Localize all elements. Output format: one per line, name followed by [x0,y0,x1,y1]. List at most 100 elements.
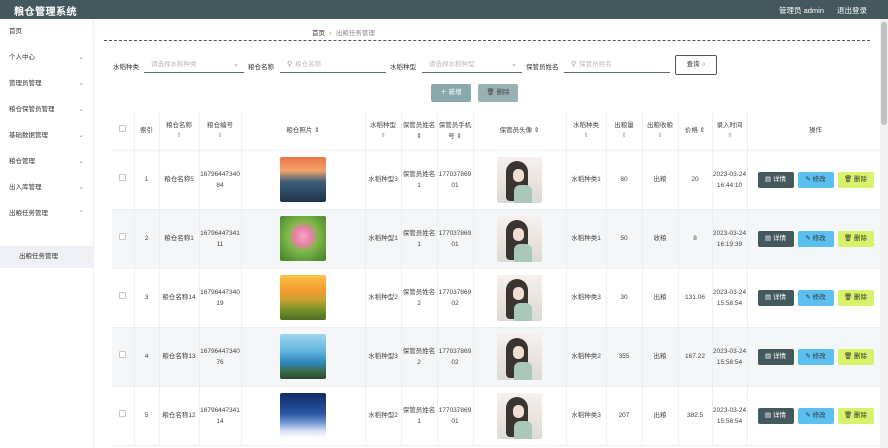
delete-button[interactable]: 🗑 删除 [837,289,874,306]
col-photo[interactable]: 粮仓照片 ⇕ [241,112,366,151]
sidebar-item-granary[interactable]: 粮仓管理 ⌄ [0,149,93,175]
query-button[interactable]: 查询 ○ [675,55,717,75]
col-keeper-label: 保管员姓名 [402,121,436,129]
col-amount[interactable]: 出粮量 ⇕ [606,112,643,151]
chevron-down-icon: ⌄ [511,61,517,68]
cell-price: 382.5 [678,386,713,446]
sidebar-item-label: 个人中心 [9,54,35,61]
cell-phone: 17703786902 [437,268,474,328]
keeper-avatar[interactable] [497,274,542,321]
cell-rice-type: 水稻种型1 [365,209,402,269]
granary-photo[interactable] [280,393,326,438]
page-scrollbar[interactable] [880,19,888,448]
cell-avatar [473,150,567,210]
cell-avatar [473,327,567,387]
sidebar-item-label: 出粮任务管理 [9,210,48,217]
row-checkbox[interactable] [119,410,127,417]
keeper-input[interactable]: ⚲ 保管员姓名 [564,56,670,73]
col-code[interactable]: 粮仓编号 ⇕ [199,112,242,151]
name-filter-label: 粮仓名称 [248,64,274,71]
edit-button[interactable]: ✎ 修改 [797,348,834,365]
keeper-avatar[interactable] [497,156,542,203]
cell-variety: 水稻种类1 [566,150,607,210]
col-ops-label: 操作 [809,127,822,135]
cell-time: 2023-03-24 16:44:10 [712,150,748,210]
type-filter-label: 水稻种类 [113,64,139,71]
cell-photo [241,327,366,387]
delete-button[interactable]: 🗑 删除 [837,171,874,188]
edit-button[interactable]: ✎ 修改 [797,407,834,424]
select-all-checkbox[interactable] [119,125,127,133]
col-phone[interactable]: 保管员手机号 ⇕ [437,112,474,151]
rice-select[interactable]: 请选择水稻种型 ⌄ [422,56,522,73]
trash-icon: 🗑 [843,293,853,301]
col-photo-label: 粮仓照片 [286,127,313,135]
detail-button[interactable]: ▤ 详情 [757,230,794,247]
cell-variety: 水稻种类2 [566,327,607,387]
col-op-type[interactable]: 出粮收粮 ⇕ [642,112,679,151]
delete-button-label: 删除 [496,89,510,96]
granary-photo[interactable] [280,157,326,202]
scrollbar-thumb[interactable] [881,22,887,125]
batch-delete-button[interactable]: 🗑 删除 [478,84,518,102]
sort-icon: ⇕ [726,132,733,139]
sidebar-item-inout[interactable]: 出入库管理 ⌄ [0,175,93,201]
col-avatar[interactable]: 保管员头像 ⇕ [473,112,567,151]
sidebar-item-home[interactable]: 首页 [0,19,93,45]
add-button[interactable]: ＋ 新增 [431,84,471,102]
cell-photo [241,386,366,446]
sidebar-item-basedata[interactable]: 基础数据管理 ⌄ [0,123,93,149]
detail-button[interactable]: ▤ 详情 [757,407,794,424]
keeper-avatar[interactable] [497,333,542,380]
edit-button[interactable]: ✎ 修改 [797,230,834,247]
sidebar-item-label: 出入库管理 [9,184,42,191]
table-row: 3 粮仓名称14 1679644734019 水稻种型2 保管员姓名2 1770… [112,268,885,328]
col-price[interactable]: 价格 ⇕ [678,112,713,151]
logout-link[interactable]: 退出登录 [837,5,867,16]
sidebar-subitem-tasks[interactable]: 出粮任务管理 [0,246,93,268]
detail-button[interactable]: ▤ 详情 [757,348,794,365]
delete-button[interactable]: 🗑 删除 [837,230,874,247]
name-input[interactable]: ⚲ 粮仓名称 [280,56,386,73]
cell-amount: 80 [606,150,643,210]
col-keeper[interactable]: 保管员姓名 ⇕ [401,112,438,151]
row-checkbox[interactable] [119,292,127,299]
delete-button[interactable]: 🗑 删除 [837,407,874,424]
keeper-input-placeholder: 保管员姓名 [579,61,612,68]
row-select-cell [112,327,135,387]
delete-button[interactable]: 🗑 删除 [837,348,874,365]
cell-keeper: 保管员姓名1 [401,150,438,210]
row-checkbox[interactable] [119,351,127,358]
col-rice-type[interactable]: 水稻种型 ⇕ [365,112,402,151]
granary-photo[interactable] [280,334,326,379]
keeper-avatar[interactable] [497,392,542,439]
keeper-avatar[interactable] [497,215,542,262]
breadcrumb: 首页 ♁ 出粮任务管理 [312,27,375,37]
detail-button[interactable]: ▤ 详情 [757,289,794,306]
row-select-cell [112,268,135,328]
edit-button[interactable]: ✎ 修改 [797,171,834,188]
app-title: 粮仓管理系统 [14,7,77,18]
col-name[interactable]: 粮仓名称 ⇕ [159,112,200,151]
cell-keeper: 保管员姓名2 [401,327,438,387]
col-variety[interactable]: 水稻种类 ⇕ [566,112,607,151]
type-select[interactable]: 请选择水稻种类 ⌄ [144,56,244,73]
edit-button[interactable]: ✎ 修改 [797,289,834,306]
rice-filter-label: 水稻种型 [390,64,416,71]
granary-photo[interactable] [280,216,326,261]
detail-button[interactable]: ▤ 详情 [757,171,794,188]
sidebar-item-tasks[interactable]: 出粮任务管理 ⌃ [0,201,93,227]
cell-phone: 17703786901 [437,150,474,210]
sidebar-item-admins[interactable]: 管理员管理 ⌄ [0,71,93,97]
granary-photo[interactable] [280,275,326,320]
pencil-icon: ✎ [805,234,811,242]
cell-code: 1679644734019 [199,268,242,328]
row-checkbox[interactable] [119,174,127,181]
row-select-cell [112,150,135,210]
sidebar-item-label: 粮仓保管员管理 [9,106,55,113]
breadcrumb-home[interactable]: 首页 [312,30,325,37]
row-checkbox[interactable] [119,233,127,240]
sidebar-item-profile[interactable]: 个人中心 ⌄ [0,45,93,71]
sidebar-item-keepers[interactable]: 粮仓保管员管理 ⌄ [0,97,93,123]
col-time[interactable]: 录入时间 ⇕ [712,112,748,151]
